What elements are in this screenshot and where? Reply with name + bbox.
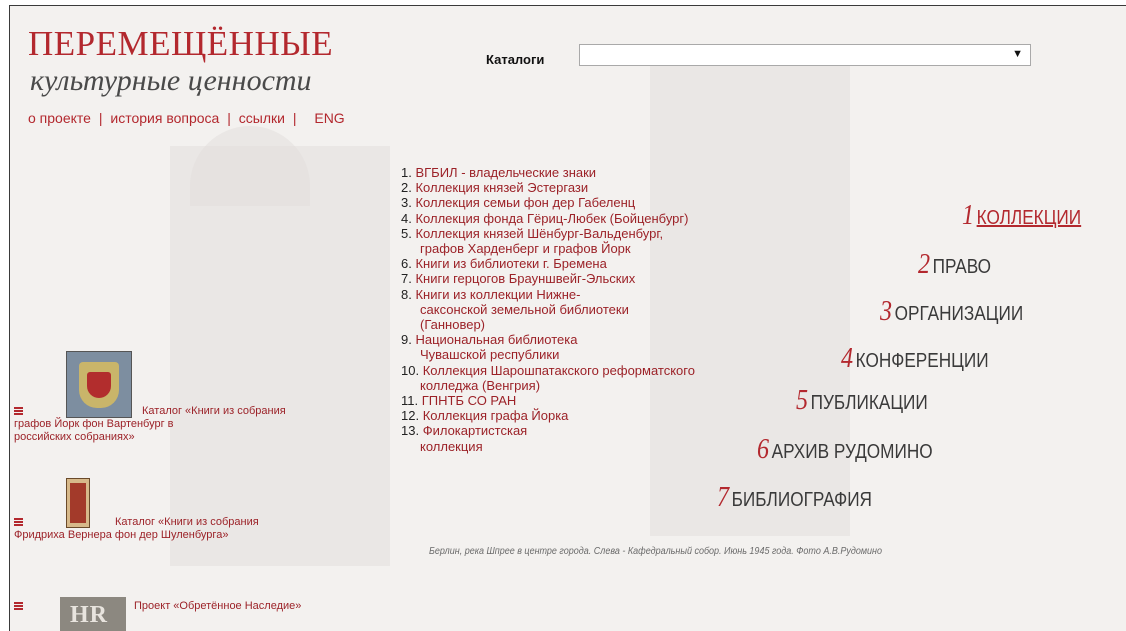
collection-link-continuation[interactable]: графов Харденберг и графов Йорк	[401, 241, 695, 256]
menu-item[interactable]: 2 ПРАВО	[918, 249, 991, 281]
menu-item-number: 2	[918, 249, 931, 280]
collection-list-item[interactable]: 7. Книги герцогов Брауншвейг-Эльских	[401, 271, 695, 286]
collection-list-item[interactable]: 5. Коллекция князей Шёнбург-Вальденбург,…	[401, 226, 695, 256]
collection-number: 2.	[401, 180, 412, 196]
collection-number: 6.	[401, 256, 412, 272]
menu-item-number: 1	[962, 200, 975, 231]
menu-item-number: 7	[717, 482, 730, 513]
list-bullet-icon	[14, 407, 23, 416]
collection-link-continuation[interactable]: колледжа (Венгрия)	[401, 378, 695, 393]
collection-link[interactable]: Коллекция Шарошпатакского реформатского	[423, 363, 695, 378]
menu-item-label: ПУБЛИКАЦИИ	[810, 392, 928, 414]
collection-number: 4.	[401, 210, 412, 226]
collection-link[interactable]: Национальная библиотека	[415, 332, 577, 347]
collection-number: 8.	[401, 286, 412, 302]
collection-list-item[interactable]: 11. ГПНТБ СО РАН	[401, 393, 695, 408]
schulenburg-catalog-link[interactable]: Каталог «Книги из собрания Фридриха Верн…	[14, 516, 259, 542]
menu-item[interactable]: 3 ОРГАНИЗАЦИИ	[880, 296, 1023, 328]
menu-item-number: 5	[796, 385, 809, 416]
background-photo	[170, 146, 390, 566]
collection-link[interactable]: Коллекция семьи фон дер Габеленц	[415, 195, 635, 210]
york-catalog-line1[interactable]: Каталог «Книги из собрания	[142, 405, 286, 417]
collection-link-continuation[interactable]: коллекция	[401, 439, 695, 454]
collection-number: 9.	[401, 332, 412, 348]
collection-number: 10.	[401, 362, 420, 378]
menu-item-label: КОЛЛЕКЦИИ	[976, 207, 1082, 229]
collection-link[interactable]: Книги из коллекции Нижне-	[415, 287, 580, 302]
collection-link-continuation[interactable]: саксонской земельной библиотеки	[401, 302, 695, 317]
collection-number: 5.	[401, 225, 412, 241]
nav-history-link[interactable]: история вопроса	[110, 110, 219, 126]
top-navigation: о проекте | история вопроса | ссылки | E…	[28, 110, 345, 126]
menu-item-label: АРХИВ РУДОМИНО	[771, 441, 933, 463]
background-photo-dome	[190, 126, 310, 206]
menu-item-number: 6	[757, 434, 770, 465]
coat-of-arms-shield-icon	[87, 372, 111, 398]
heritage-project-link[interactable]: Проект «Обретённое Наследие»	[14, 600, 301, 613]
collection-list-item[interactable]: 9. Национальная библиотека Чувашской респ…	[401, 332, 695, 362]
menu-item-number: 3	[880, 296, 893, 327]
menu-item[interactable]: 7 БИБЛИОГРАФИЯ	[717, 482, 872, 514]
site-title[interactable]: ПЕРЕМЕЩЁННЫЕ	[28, 24, 333, 64]
collection-list-item[interactable]: 10. Коллекция Шарошпатакского реформатск…	[401, 363, 695, 393]
collection-link-continuation[interactable]: Чувашской республики	[401, 347, 695, 362]
collection-link[interactable]: Книги из библиотеки г. Бремена	[415, 256, 606, 271]
nav-separator: |	[227, 110, 231, 126]
collection-number: 12.	[401, 408, 420, 424]
collection-link-continuation[interactable]: (Ганновер)	[401, 317, 695, 332]
collection-number: 3.	[401, 195, 412, 211]
collection-link[interactable]: Коллекция князей Эстергази	[415, 180, 588, 195]
list-bullet-icon	[14, 518, 23, 527]
collections-list: 1. ВГБИЛ - владельческие знаки 2. Коллекц…	[401, 165, 695, 454]
menu-item-number: 4	[841, 343, 854, 374]
collection-link[interactable]: Филокартистская	[423, 423, 528, 438]
collection-number: 7.	[401, 271, 412, 287]
catalogs-label: Каталоги	[486, 52, 545, 67]
collection-number: 11.	[401, 393, 419, 409]
site-subtitle: культурные ценности	[30, 64, 312, 97]
menu-item[interactable]: 4 КОНФЕРЕНЦИИ	[841, 343, 989, 375]
collection-number: 13.	[401, 423, 420, 439]
york-catalog-line2[interactable]: графов Йорк фон Вартенбург в	[14, 418, 174, 430]
dropdown-arrow-icon: ▼	[1012, 48, 1023, 60]
collection-number: 1.	[401, 165, 412, 180]
menu-item-label: ОРГАНИЗАЦИИ	[894, 303, 1024, 325]
york-catalog-line3[interactable]: российских собраниях»	[14, 431, 135, 443]
collection-list-item[interactable]: 4. Коллекция фонда Гёриц-Любек (Бойценбу…	[401, 211, 695, 226]
collection-link[interactable]: Коллекция фонда Гёриц-Любек (Бойценбург)	[415, 211, 688, 226]
catalogs-select[interactable]: ▼	[579, 44, 1031, 66]
menu-item[interactable]: 1 КОЛЛЕКЦИИ	[962, 200, 1081, 232]
nav-eng-link[interactable]: ENG	[314, 110, 344, 126]
menu-item-label: БИБЛИОГРАФИЯ	[731, 489, 872, 511]
collection-link[interactable]: Книги герцогов Брауншвейг-Эльских	[415, 271, 635, 286]
menu-item[interactable]: 6 АРХИВ РУДОМИНО	[757, 434, 933, 466]
york-catalog-link[interactable]: Каталог «Книги из собрания графов Йорк ф…	[14, 405, 286, 444]
collection-list-item[interactable]: 8. Книги из коллекции Нижне-саксонской з…	[401, 287, 695, 333]
collection-link[interactable]: ГПНТБ СО РАН	[422, 393, 517, 408]
collection-list-item[interactable]: 6. Книги из библиотеки г. Бремена	[401, 256, 695, 271]
heritage-project-label[interactable]: Проект «Обретённое Наследие»	[134, 600, 301, 612]
schulenburg-catalog-line2[interactable]: Фридриха Вернера фон дер Шуленбурга»	[14, 529, 228, 541]
nav-separator: |	[292, 110, 297, 126]
collection-list-item[interactable]: 3. Коллекция семьи фон дер Габеленц	[401, 195, 695, 210]
photo-caption: Берлин, река Шпрее в центре города. Слев…	[429, 546, 882, 557]
collection-link[interactable]: Коллекция графа Йорка	[423, 408, 569, 423]
menu-item-label: ПРАВО	[932, 256, 992, 278]
schulenburg-catalog-line1[interactable]: Каталог «Книги из собрания	[115, 516, 259, 528]
collection-list-item[interactable]: 1. ВГБИЛ - владельческие знаки	[401, 165, 695, 180]
nav-about-link[interactable]: о проекте	[28, 110, 91, 126]
collection-list-item[interactable]: 13. Филокартистская коллекция	[401, 423, 695, 453]
menu-item-label: КОНФЕРЕНЦИИ	[855, 350, 989, 372]
list-bullet-icon	[14, 602, 23, 611]
collection-list-item[interactable]: 2. Коллекция князей Эстергази	[401, 180, 695, 195]
nav-separator: |	[98, 110, 103, 126]
menu-item[interactable]: 5 ПУБЛИКАЦИИ	[796, 385, 928, 417]
collection-link[interactable]: Коллекция князей Шёнбург-Вальденбург,	[415, 226, 663, 241]
collection-link[interactable]: ВГБИЛ - владельческие знаки	[415, 165, 596, 180]
nav-links-link[interactable]: ссылки	[239, 110, 285, 126]
collection-list-item[interactable]: 12. Коллекция графа Йорка	[401, 408, 695, 423]
